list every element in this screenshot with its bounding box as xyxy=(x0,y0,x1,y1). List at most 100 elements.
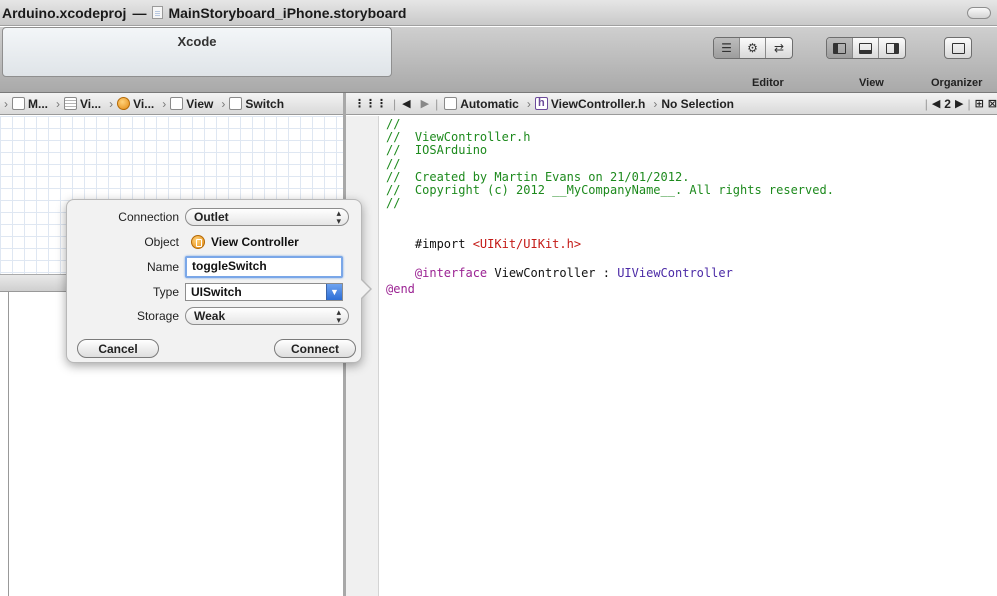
activity-title: Xcode xyxy=(177,34,217,49)
jump-crumb-label: Vi... xyxy=(133,96,155,111)
document-name: MainStoryboard_iPhone.storyboard xyxy=(168,4,407,21)
navigator-toggle-button[interactable] xyxy=(827,38,853,58)
storyboard-file-icon xyxy=(152,6,164,19)
name-label: Name xyxy=(146,260,179,274)
updown-arrows-icon: ▴ ▾ xyxy=(336,307,341,325)
assistant-editor-button[interactable]: ⚙ xyxy=(740,38,766,58)
title-separator: — xyxy=(132,4,147,21)
jump-crumb-label: No Selection xyxy=(661,96,735,111)
toolbar: Xcode ☰ ⚙ ⇄ Editor View Organizer xyxy=(0,27,997,93)
connection-popup[interactable]: Outlet ▴ ▾ xyxy=(185,208,349,226)
standard-editor-button[interactable]: ☰ xyxy=(714,38,740,58)
jump-crumb-switch[interactable]: › Switch xyxy=(217,97,284,111)
assistant-editor-icon: ⚙ xyxy=(747,41,758,55)
organizer-control xyxy=(944,37,972,59)
object-value: View Controller xyxy=(185,235,299,249)
switch-icon xyxy=(229,97,243,110)
object-row: Object View Controller xyxy=(67,232,363,252)
chevron-right-icon: › xyxy=(221,96,226,111)
project-name: Arduino.xcodeproj xyxy=(2,4,127,21)
type-value: UISwitch xyxy=(191,285,242,299)
canvas-jump-bar: › M... › Vi... › Vi... › View › Switch xyxy=(0,93,343,115)
updown-arrows-icon: ▴ ▾ xyxy=(336,208,341,226)
code-line: // xyxy=(386,156,401,171)
version-editor-button[interactable]: ⇄ xyxy=(766,38,792,58)
storage-label: Storage xyxy=(136,309,179,323)
editor-label: Editor xyxy=(752,77,784,89)
counterpart-counter: 2 xyxy=(944,96,951,111)
jump-crumb-scene[interactable]: › Vi... xyxy=(52,97,101,111)
interface-keyword: @interface xyxy=(414,265,488,280)
activity-viewer: Xcode xyxy=(2,27,392,77)
related-files-icon[interactable]: ⋮⋮⋮ xyxy=(354,97,387,110)
next-counterpart-icon[interactable]: ▶ xyxy=(955,97,963,110)
chevron-right-icon: › xyxy=(56,96,60,111)
separator: | xyxy=(435,96,439,111)
view-segmented-control xyxy=(826,37,906,59)
type-combo-box[interactable]: UISwitch ▼ xyxy=(185,283,343,301)
jump-crumb-selection[interactable]: › No Selection xyxy=(649,97,734,111)
forward-arrow-icon[interactable]: ▶ xyxy=(421,97,429,110)
chevron-right-icon: › xyxy=(4,96,8,111)
type-label: Type xyxy=(152,285,179,299)
debug-area-toggle-button[interactable] xyxy=(853,38,879,58)
object-label: Object xyxy=(144,235,179,249)
chevron-down-icon[interactable]: ▼ xyxy=(326,284,342,300)
jump-crumb-label: ViewController.h xyxy=(550,96,646,111)
import-directive: #import xyxy=(414,236,473,251)
header-file-icon: h xyxy=(534,97,548,110)
import-path: <UIKit/UIKit.h> xyxy=(472,236,582,251)
add-editor-icon[interactable]: ⊞ xyxy=(975,97,984,110)
view-controller-icon xyxy=(117,97,131,110)
code-line: // Created by Martin Evans on 21/01/2012… xyxy=(386,169,690,184)
chevron-right-icon: › xyxy=(109,96,114,111)
title-bar: Arduino.xcodeproj — MainStoryboard_iPhon… xyxy=(0,0,997,26)
version-editor-icon: ⇄ xyxy=(773,41,785,55)
standard-editor-icon: ☰ xyxy=(721,41,732,55)
assistant-icon xyxy=(444,97,458,110)
connection-popover: Connection Outlet ▴ ▾ Object View Control… xyxy=(66,199,372,363)
left-panel-icon xyxy=(833,42,846,54)
cancel-button[interactable]: Cancel xyxy=(77,339,159,358)
code-line: // xyxy=(386,196,401,211)
code-line-end: @end xyxy=(386,281,415,296)
code-line: // Copyright (c) 2012 __MyCompanyName__.… xyxy=(386,182,834,197)
previous-counterpart-icon[interactable]: ◀ xyxy=(932,97,940,110)
jump-crumb-view-controller[interactable]: › Vi... xyxy=(105,97,154,111)
storyboard-icon xyxy=(12,97,25,110)
jump-crumb-file[interactable]: › h ViewController.h xyxy=(523,97,645,111)
jump-crumb-label: M... xyxy=(28,96,48,111)
connection-label: Connection xyxy=(118,210,179,224)
utilities-toggle-button[interactable] xyxy=(879,38,905,58)
connection-value: Outlet xyxy=(194,210,229,224)
jump-crumb-storyboard[interactable]: › M... xyxy=(0,97,48,111)
outlet-name-field[interactable]: toggleSwitch xyxy=(185,256,343,278)
back-arrow-icon[interactable]: ◀ xyxy=(402,97,410,110)
window-title: Arduino.xcodeproj — MainStoryboard_iPhon… xyxy=(2,5,407,21)
connect-button[interactable]: Connect xyxy=(274,339,356,358)
right-panel-icon xyxy=(885,42,899,54)
separator: | xyxy=(393,96,397,111)
class-name: ViewController : xyxy=(487,265,618,280)
jump-crumb-label: View xyxy=(186,96,214,111)
chevron-right-icon: › xyxy=(162,96,167,111)
storage-row: Storage Weak ▴ ▾ xyxy=(67,306,363,326)
jump-crumb-automatic[interactable]: Automatic xyxy=(444,97,519,111)
superclass-name: UIViewController xyxy=(617,265,733,280)
storage-value: Weak xyxy=(194,309,226,323)
view-label: View xyxy=(859,77,884,89)
toolbar-toggle-button[interactable] xyxy=(967,7,991,19)
type-row: Type UISwitch ▼ xyxy=(67,282,363,302)
organizer-icon xyxy=(951,42,965,54)
close-editor-icon[interactable]: ⊠ xyxy=(988,97,997,110)
jump-crumb-label: Switch xyxy=(245,96,285,111)
organizer-button[interactable] xyxy=(945,38,971,58)
scene-icon xyxy=(64,97,77,110)
storage-popup[interactable]: Weak ▴ ▾ xyxy=(185,307,349,325)
separator: | xyxy=(967,96,971,111)
editor-jump-bar: ⋮⋮⋮ | ◀ ▶ | Automatic › h ViewController… xyxy=(346,93,997,115)
code-editor[interactable]: // // ViewController.h // IOSArduino // … xyxy=(386,117,986,296)
code-line-interface: @interface ViewController : UIViewContro… xyxy=(386,254,986,279)
jump-crumb-view[interactable]: › View xyxy=(158,97,213,111)
name-row: Name toggleSwitch xyxy=(67,255,363,279)
